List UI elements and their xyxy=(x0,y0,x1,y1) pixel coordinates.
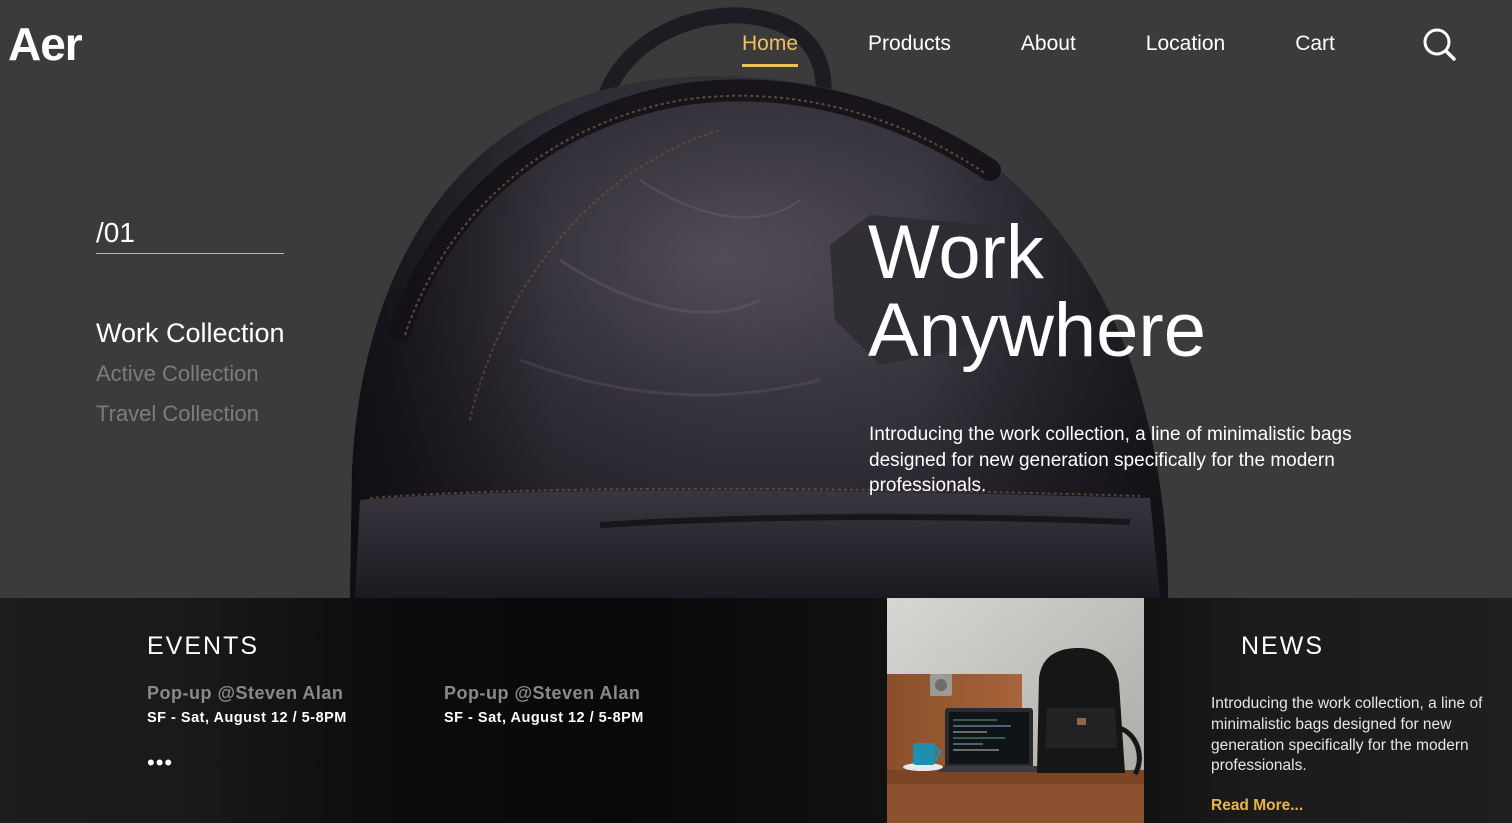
collection-travel[interactable]: Travel Collection xyxy=(96,400,285,428)
bottom-section: EVENTS Pop-up @Steven Alan SF - Sat, Aug… xyxy=(0,598,1512,823)
read-more-link[interactable]: Read More... xyxy=(1211,797,1303,815)
nav-products[interactable]: Products xyxy=(868,30,951,67)
event-item[interactable]: Pop-up @Steven Alan SF - Sat, August 12 … xyxy=(147,682,347,727)
event-name[interactable]: Pop-up @Steven Alan xyxy=(444,682,644,704)
collection-list: Work Collection Active Collection Travel… xyxy=(96,316,285,440)
hero-backpack-image xyxy=(350,7,1168,598)
nav-cart[interactable]: Cart xyxy=(1295,30,1335,67)
news-text: Introducing the work collection, a line … xyxy=(1211,695,1483,775)
hero-description: Introducing the work collection, a line … xyxy=(869,424,1352,496)
events-panel: EVENTS Pop-up @Steven Alan SF - Sat, Aug… xyxy=(0,598,887,823)
hero-title-line1: Work xyxy=(868,210,1044,295)
events-title: EVENTS xyxy=(147,632,260,660)
more-events-button[interactable]: ••• xyxy=(147,752,173,774)
event-detail: SF - Sat, August 12 / 5-8PM xyxy=(147,710,347,726)
slide-divider xyxy=(96,253,284,254)
nav-location[interactable]: Location xyxy=(1146,30,1225,67)
event-name[interactable]: Pop-up @Steven Alan xyxy=(147,682,347,704)
news-title: NEWS xyxy=(1241,632,1324,660)
news-panel: NEWS Introducing the work collection, a … xyxy=(1144,598,1512,823)
event-item[interactable]: Pop-up @Steven Alan SF - Sat, August 12 … xyxy=(444,682,644,727)
event-detail: SF - Sat, August 12 / 5-8PM xyxy=(444,710,644,726)
news-photo xyxy=(887,598,1144,823)
logo[interactable]: Aer xyxy=(8,18,83,70)
nav-about[interactable]: About xyxy=(1021,30,1076,67)
hero-title: Work Anywhere xyxy=(868,214,1206,370)
search-icon[interactable] xyxy=(1420,26,1458,64)
hero-title-line2: Anywhere xyxy=(868,288,1206,373)
nav-home[interactable]: Home xyxy=(742,30,799,67)
hero-section: Aer Home Products About Location Cart /0… xyxy=(0,0,1512,598)
slide-index: /01 xyxy=(96,217,135,248)
page: Aer Home Products About Location Cart /0… xyxy=(0,0,1512,823)
main-nav: Home Products About Location Cart xyxy=(742,30,1405,67)
collection-work[interactable]: Work Collection xyxy=(96,316,285,350)
collection-active[interactable]: Active Collection xyxy=(96,360,285,388)
